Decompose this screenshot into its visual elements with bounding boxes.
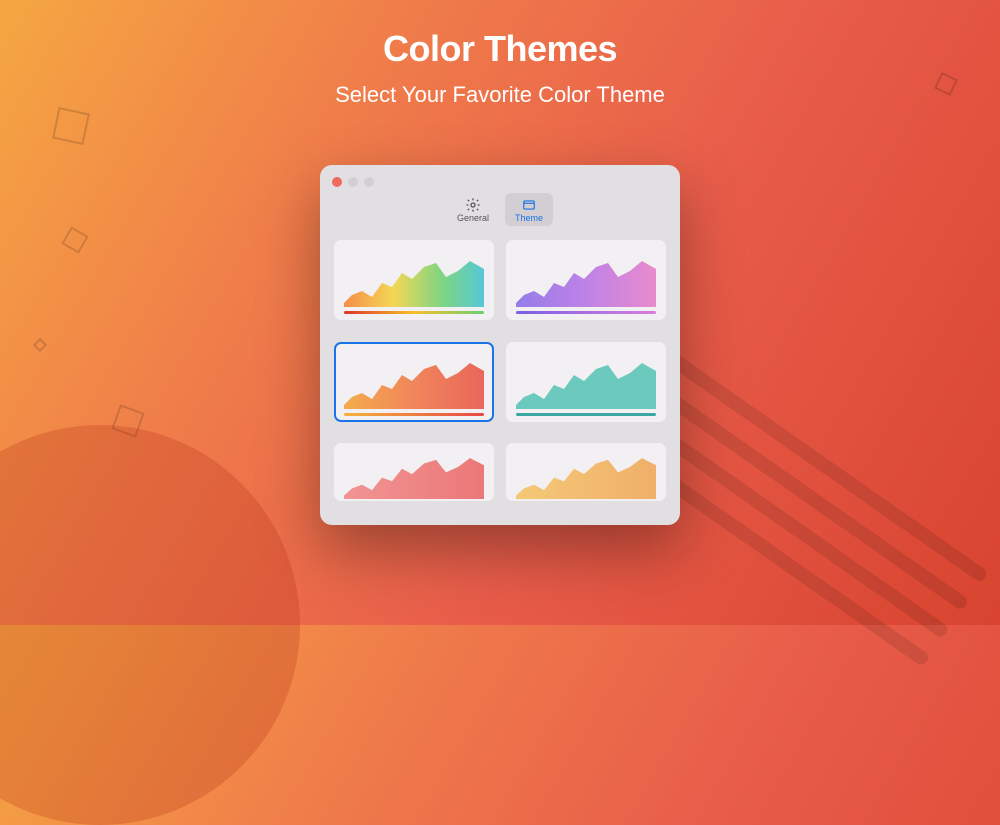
decorative-circle bbox=[0, 425, 300, 825]
theme-preview-chart bbox=[516, 355, 656, 409]
theme-preview-chart bbox=[516, 451, 656, 499]
tab-label: General bbox=[457, 213, 489, 223]
decorative-square bbox=[33, 338, 47, 352]
theme-card-rainbow[interactable] bbox=[334, 240, 494, 320]
theme-underline bbox=[344, 413, 484, 416]
window-close-button[interactable] bbox=[332, 177, 342, 187]
decorative-square bbox=[52, 107, 90, 145]
theme-preview-chart bbox=[344, 355, 484, 409]
window-icon bbox=[520, 197, 538, 213]
page-title: Color Themes bbox=[0, 28, 1000, 70]
theme-card-amber[interactable] bbox=[506, 443, 666, 501]
theme-card-coral[interactable] bbox=[334, 443, 494, 501]
tab-theme[interactable]: Theme bbox=[505, 193, 553, 226]
tab-label: Theme bbox=[515, 213, 543, 223]
gear-icon bbox=[464, 197, 482, 213]
decorative-square bbox=[61, 226, 88, 253]
theme-underline bbox=[516, 413, 656, 416]
theme-preview-chart bbox=[344, 253, 484, 307]
theme-card-violet[interactable] bbox=[506, 240, 666, 320]
theme-card-sunset[interactable] bbox=[334, 342, 494, 422]
window-minimize-button[interactable] bbox=[348, 177, 358, 187]
theme-preview-chart bbox=[344, 451, 484, 499]
window-maximize-button[interactable] bbox=[364, 177, 374, 187]
tab-general[interactable]: General bbox=[447, 193, 499, 226]
theme-grid bbox=[320, 234, 680, 525]
page-subtitle: Select Your Favorite Color Theme bbox=[0, 82, 1000, 108]
preferences-window: General Theme bbox=[320, 165, 680, 525]
theme-preview-chart bbox=[516, 253, 656, 307]
tabs: General Theme bbox=[320, 193, 680, 226]
theme-underline bbox=[516, 311, 656, 314]
theme-underline bbox=[344, 311, 484, 314]
theme-card-teal[interactable] bbox=[506, 342, 666, 422]
